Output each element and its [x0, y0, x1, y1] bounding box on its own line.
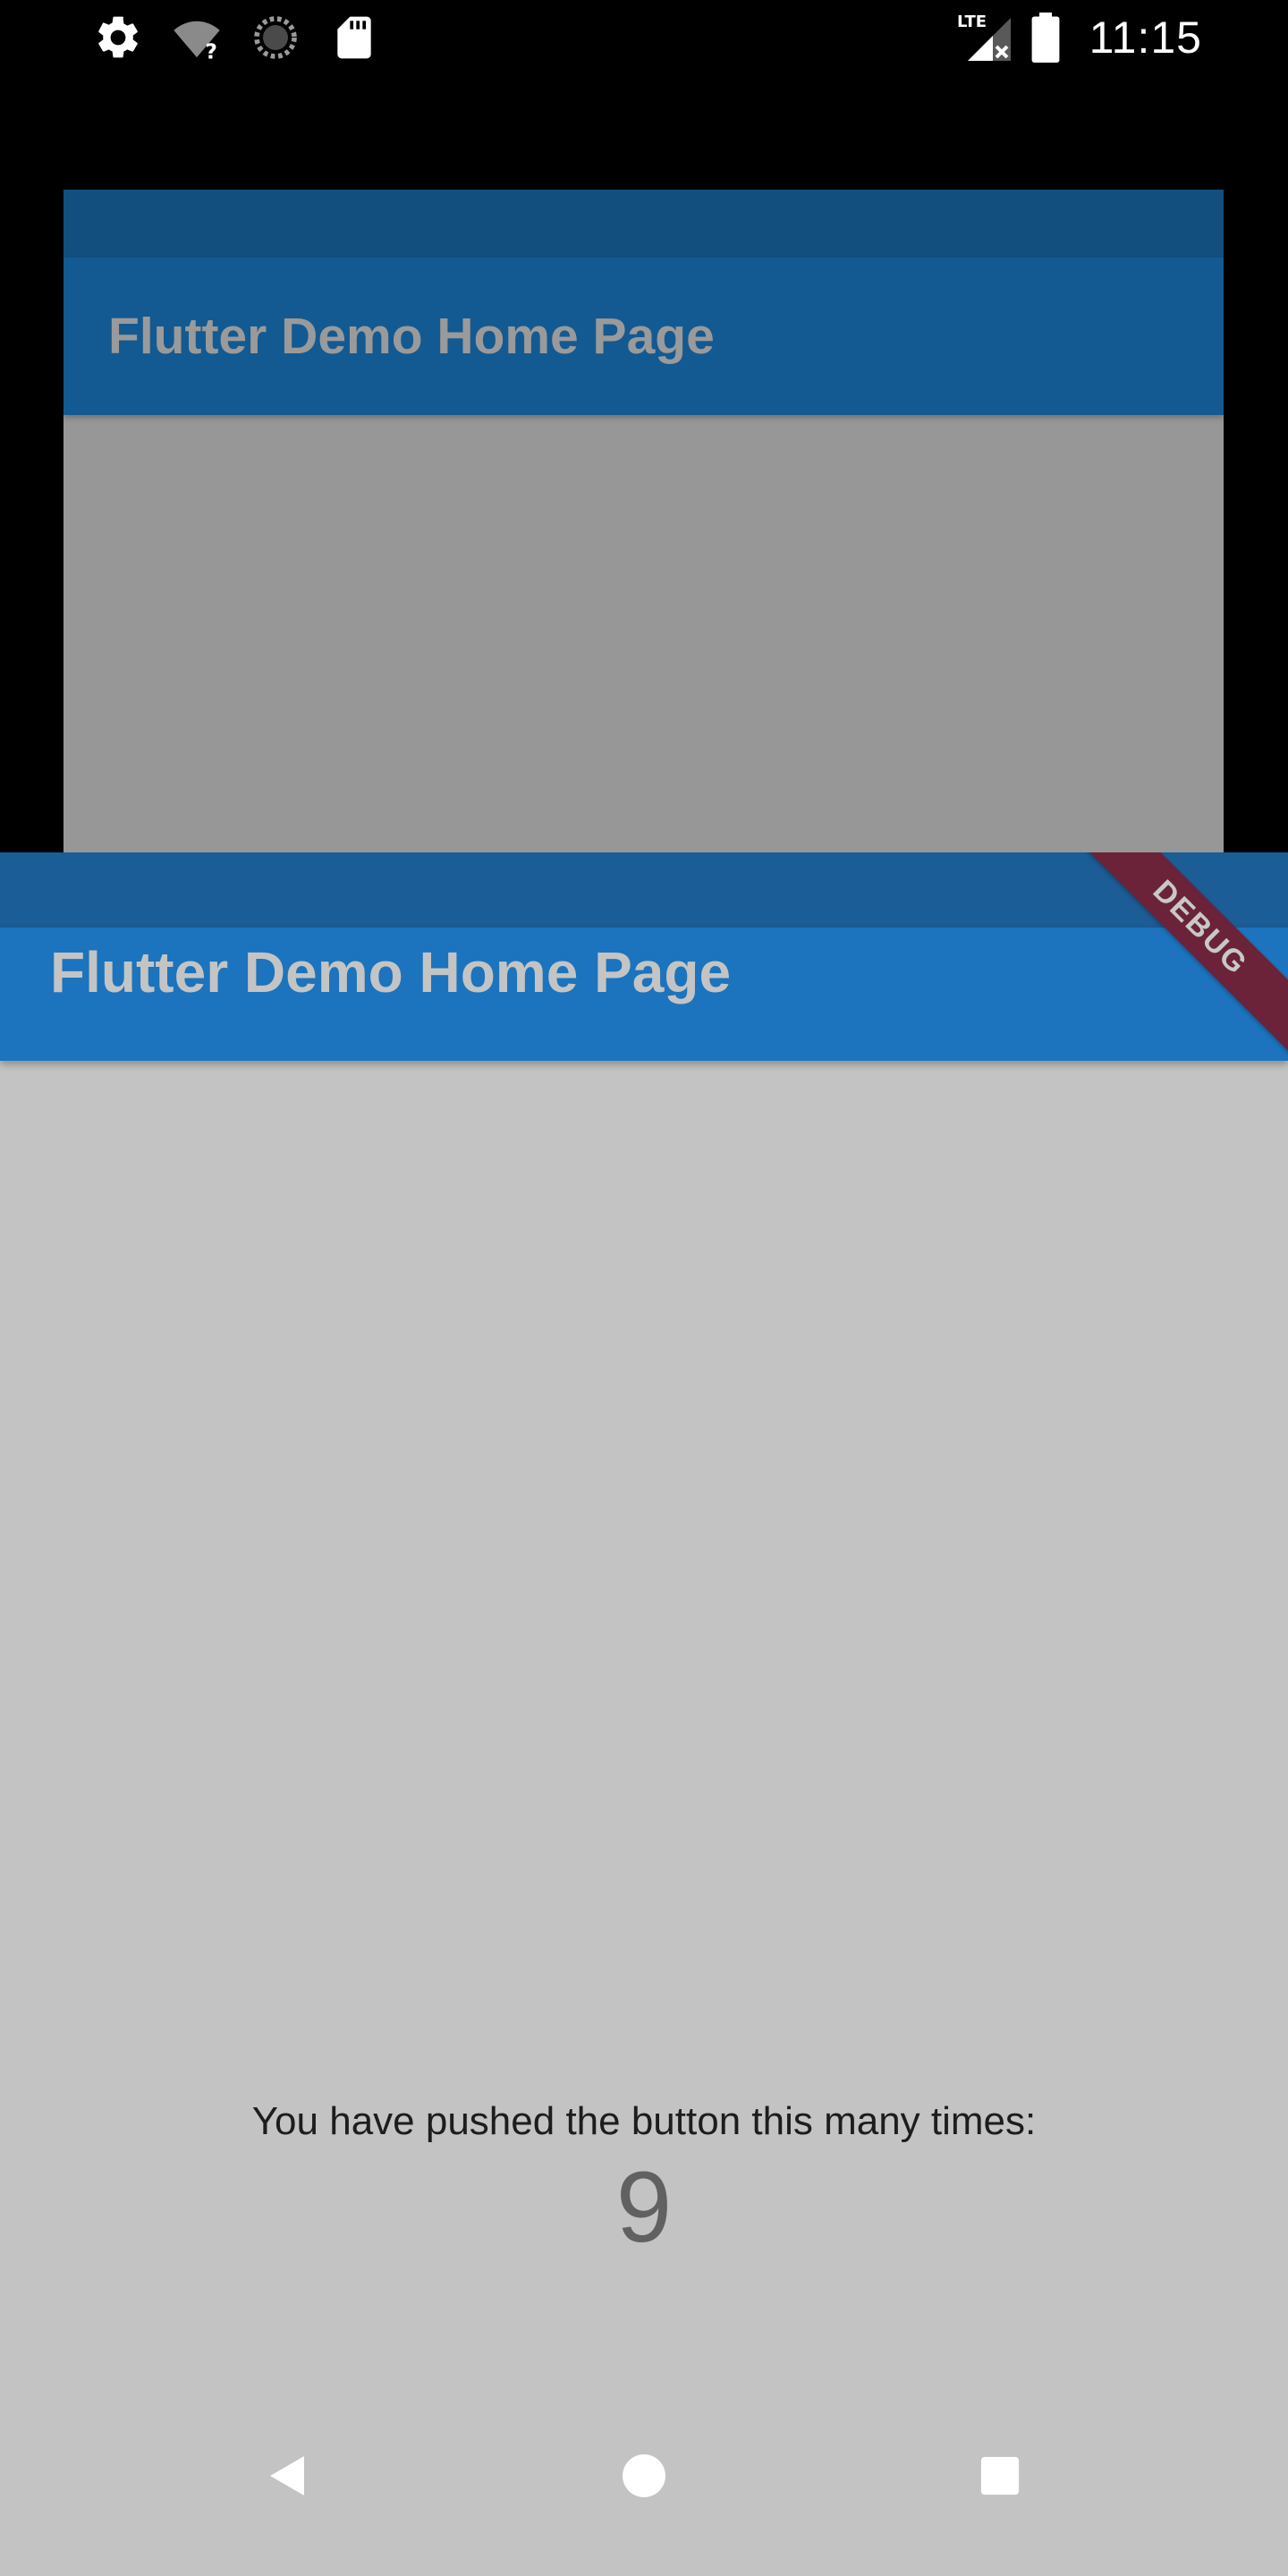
back-button[interactable] — [242, 2431, 331, 2521]
status-right-icons: LTE 11:15 — [957, 9, 1202, 66]
back-icon — [270, 2456, 304, 2496]
app-bar: Flutter Demo Home Page — [0, 928, 1288, 1061]
navigation-bar — [0, 2368, 1288, 2576]
svg-text:?: ? — [205, 38, 217, 63]
status-bar: ? LTE 11:15 — [0, 0, 1288, 75]
recents-icon — [980, 2456, 1020, 2496]
recents-button[interactable] — [955, 2431, 1045, 2521]
status-left-icons: ? — [93, 13, 379, 63]
home-button[interactable] — [599, 2431, 689, 2521]
counter-value: 9 — [615, 2151, 673, 2263]
lte-label: LTE — [957, 13, 987, 31]
foreground-app: Flutter Demo Home Page DEBUG You have pu… — [0, 852, 1288, 2576]
sync-progress-icon — [254, 16, 297, 59]
wifi-question-icon: ? — [174, 21, 220, 63]
lte-signal-icon: LTE — [957, 13, 1011, 61]
recent-card-title: Flutter Demo Home Page — [108, 308, 715, 365]
screen: ? LTE 11:15 Flutter Demo Home Page Flutt… — [0, 0, 1288, 2576]
recent-card-status-bar — [64, 190, 1224, 258]
battery-icon — [1031, 13, 1059, 63]
counter-label: You have pushed the button this many tim… — [251, 2099, 1037, 2143]
sd-card-icon — [337, 16, 371, 59]
app-bar-title: Flutter Demo Home Page — [50, 940, 732, 1004]
recent-card-app-bar: Flutter Demo Home Page — [64, 258, 1224, 415]
home-icon — [623, 2454, 665, 2497]
clock: 11:15 — [1089, 13, 1202, 63]
gear-icon — [98, 16, 138, 58]
